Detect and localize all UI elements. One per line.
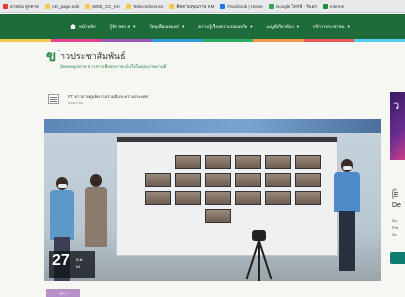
bookmark-label: อาลอน ลูกคาส (10, 3, 39, 9)
bookmark-label: Interne (330, 3, 345, 9)
video-participant-tile (295, 173, 321, 187)
stripe-segment (354, 39, 405, 42)
camera-tripod (245, 230, 273, 281)
video-participant-tile (265, 155, 291, 169)
bookmark-label: AD_page.edit (51, 3, 80, 9)
photo-ceiling (44, 119, 381, 133)
post-title[interactable]: FT ข่าวสารศูนย์ความร่วมมือระหว่างประเทศ (68, 93, 148, 100)
bookmark-folder-icon (323, 3, 329, 9)
bookmark-label: คิดตามคุณภาพ KM (176, 3, 215, 9)
bookmark-folder-icon (3, 3, 8, 9)
video-participant-tile (235, 191, 261, 205)
chevron-down-icon: ▾ (182, 23, 185, 29)
video-participant-tile (205, 155, 231, 169)
chevron-down-icon: ▾ (296, 23, 299, 29)
nav-item-label: วัตถุเพื่อเผยแพร่ (149, 24, 180, 29)
chevron-down-icon: ▾ (347, 23, 350, 29)
post-day: 27 (52, 252, 70, 269)
bookmark-folder-icon (268, 3, 274, 9)
bookmark-label: Google ไดรฟ์ - รีแลก (275, 3, 318, 9)
video-participant-tile (175, 155, 201, 169)
video-call-toolbar (117, 137, 337, 142)
stripe-segment (50, 39, 102, 42)
bookmark-item[interactable]: Teleconference (125, 3, 164, 9)
stripe-segment (151, 39, 203, 42)
page-subtitle: อัพเดทลูกค่าส ข่าวสารเพื่อสุขภาพ มั่นใจใ… (60, 64, 167, 69)
side-card-button[interactable] (390, 252, 405, 264)
video-participant-tile (205, 191, 231, 205)
post-year: 64 (76, 264, 81, 269)
projection-screen (116, 136, 338, 256)
stripe-segment (101, 39, 152, 42)
video-participant-tile (295, 191, 321, 205)
stripe-segment (303, 39, 355, 42)
nav-item-label: หน้าหลัก (79, 24, 96, 29)
nav-item[interactable]: บริการประชาชน ▾ (313, 23, 364, 30)
category-tag[interactable]: ข่าว (46, 289, 80, 297)
video-participant-tile (265, 173, 291, 187)
bookmark-folder-icon (125, 3, 131, 9)
video-participant-tile (205, 173, 231, 187)
nav-item[interactable]: ความรู้เรื่องความปลอดภัย ▾ (198, 23, 266, 30)
chevron-down-icon: ▾ (133, 23, 136, 29)
section-heading: ข ่าวประชาสัมพันธ์ อัพเดทลูกค่าส ข่าวสาร… (46, 47, 346, 77)
bookmark-folder-icon (220, 3, 226, 9)
bookmark-item[interactable]: Google ไดรฟ์ - รีแลก (268, 3, 318, 10)
side-card-letter: ว (393, 100, 400, 112)
stripe-segment (253, 39, 304, 42)
post-date-badge: 27 พ.ค. 64 (49, 251, 95, 278)
bookmark-folder-icon (85, 3, 91, 9)
bookmark-item[interactable]: WEB_CC_KK (85, 3, 120, 9)
bookmark-item[interactable]: AD_page.edit (44, 3, 80, 9)
bookmark-label: Facebook | Home (227, 3, 263, 9)
main-nav: หน้าหลัก รู้จัก สคร.6 ▾ วัตถุเพื่อเผยแพร่ ▾ ค… (0, 14, 405, 39)
nav-item-label: บริการประชาชน (312, 24, 345, 29)
video-participant-tile (235, 155, 261, 169)
bookmark-item[interactable]: อาลอน ลูกคาส (3, 3, 39, 10)
bookmarks-bar: อาลอน ลูกคาส AD_page.edit WEB_CC_KK Telecon… (0, 0, 405, 13)
nav-item-label: ความรู้เรื่องความปลอดภัย (198, 24, 248, 29)
bookmark-label: WEB_CC_KK (92, 3, 120, 9)
bookmark-item[interactable]: คิดตามคุณภาพ KM (169, 3, 214, 10)
video-participant-tile (175, 191, 201, 205)
video-participant-tile (205, 209, 231, 223)
post-header[interactable]: FT ข่าวสารศูนย์ความร่วมมือระหว่างประเทศ … (46, 92, 346, 108)
bookmark-label: Teleconference (132, 3, 164, 9)
nav-item-label: รู้จัก สคร.6 (109, 24, 131, 29)
home-icon (70, 24, 76, 29)
bookmark-item[interactable]: Facebook | Home (220, 3, 263, 9)
video-participant-tile (265, 191, 291, 205)
color-stripe (0, 39, 405, 42)
bookmark-folder-icon (44, 3, 50, 9)
video-participant-tile (235, 173, 261, 187)
nav-item[interactable]: วัตถุเพื่อเผยแพร่ ▾ (149, 23, 198, 30)
video-participant-tile (145, 191, 171, 205)
post-meta: หลุดระบบ (68, 101, 84, 105)
chevron-down-icon: ▾ (250, 23, 253, 29)
heading-initial: ข (46, 47, 57, 65)
video-participant-tile (145, 173, 171, 187)
bookmark-folder-icon (169, 3, 175, 9)
side-news-card[interactable]: ว งด [E De Su Pro Sc (390, 92, 405, 272)
page-title: ่าวประชาสัมพันธ์ (60, 51, 126, 61)
news-photo[interactable]: 27 พ.ค. 64 (44, 119, 381, 281)
side-card-line-2: De (392, 202, 401, 209)
side-card-small-2: Su (392, 218, 397, 223)
nav-item[interactable]: รู้จัก สคร.6 ▾ (110, 23, 150, 30)
video-participant-tile (295, 155, 321, 169)
stripe-segment (202, 39, 254, 42)
nav-item[interactable]: หน้าหลัก (70, 23, 110, 30)
side-card-small-4: Sc (392, 232, 397, 237)
post-month: พ.ค. (76, 257, 84, 262)
bookmark-item[interactable]: Interne (323, 3, 345, 9)
video-participant-tile (175, 173, 201, 187)
side-card-small-3: Pro (392, 225, 399, 230)
stripe-segment (0, 39, 51, 42)
nav-item-label: เมนูที่เกี่ยวข้อง (266, 24, 294, 29)
nav-item[interactable]: เมนูที่เกี่ยวข้อง ▾ (266, 23, 313, 30)
document-icon (48, 94, 59, 104)
side-card-line-1: [E (392, 192, 399, 199)
